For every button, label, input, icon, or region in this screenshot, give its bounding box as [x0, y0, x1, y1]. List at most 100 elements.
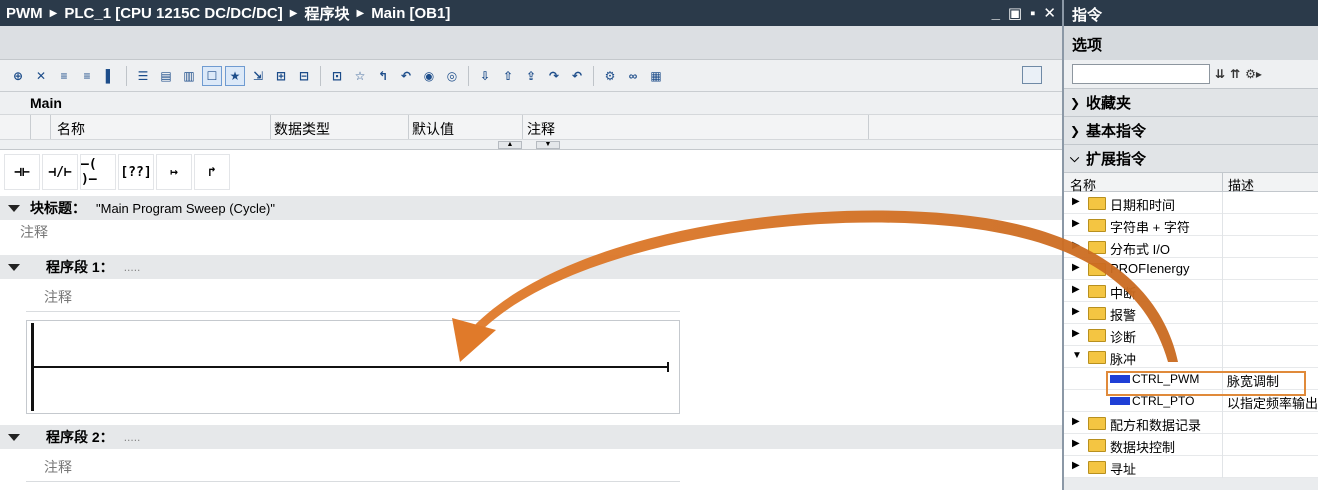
download-icon[interactable]: ⇩ [475, 66, 495, 86]
chevron-down-icon[interactable]: ▼ [1072, 350, 1082, 361]
monitor-off-icon[interactable]: ◎ [442, 66, 462, 86]
tree-folder-row[interactable]: ▶ PROFIenergy [1064, 258, 1318, 280]
breadcrumb-block[interactable]: Main [OB1] [371, 5, 450, 22]
tree-folder-row[interactable]: ▶ 报警 [1064, 302, 1318, 324]
network-view-icon[interactable]: ⊡ [327, 66, 347, 86]
collapse-icon[interactable] [8, 204, 20, 212]
tree-folder-row[interactable]: ▶ 数据块控制 [1064, 434, 1318, 456]
column-separator [1222, 214, 1223, 236]
maximize-icon[interactable]: ▪ [1030, 5, 1035, 22]
insert-row-icon[interactable]: ≡ [54, 66, 74, 86]
collapse-icon[interactable] [8, 263, 20, 271]
folder-icon [1088, 197, 1106, 210]
network-2-header[interactable]: 程序段 2： ..... [0, 425, 1062, 449]
open-branch-icon[interactable]: ↦ [156, 154, 192, 190]
jump-a-icon[interactable]: ↷ [544, 66, 564, 86]
monitor-on-icon[interactable]: ◉ [419, 66, 439, 86]
instruction-block-icon [1110, 397, 1130, 405]
nc-contact-icon[interactable]: ⊣/⊢ [42, 154, 78, 190]
upload-a-icon[interactable]: ⇧ [498, 66, 518, 86]
empty-rung[interactable] [34, 366, 668, 368]
chevron-right-icon[interactable]: ▶ [1072, 218, 1080, 229]
minimize-icon[interactable]: _ [992, 5, 1000, 22]
breadcrumb-project[interactable]: PWM [6, 5, 43, 22]
chevron-right-icon[interactable]: ▶ [1072, 460, 1080, 471]
chevron-right-icon[interactable]: ▶ [1072, 262, 1080, 273]
jump-b-icon[interactable]: ↶ [567, 66, 587, 86]
settings-icon[interactable]: ⚙ [600, 66, 620, 86]
folder-icon [1088, 219, 1106, 232]
tree-folder-row[interactable]: ▼ 脉冲 [1064, 346, 1318, 368]
tree-folder-row[interactable]: ▶ 中断 [1064, 280, 1318, 302]
category-favorites[interactable]: ❯ 收藏夹 [1064, 88, 1318, 116]
chevron-right-icon[interactable]: ▶ [1072, 240, 1080, 251]
add-network-icon[interactable]: ⊕ [8, 66, 28, 86]
show-tags-icon[interactable]: ⊞ [271, 66, 291, 86]
chevron-right-icon[interactable]: ▶ [1072, 306, 1080, 317]
upload-b-icon[interactable]: ⇪ [521, 66, 541, 86]
block-title-value[interactable]: "Main Program Sweep (Cycle)" [96, 201, 275, 216]
expand-down-icon[interactable]: ▼ [536, 141, 560, 149]
breadcrumb-program-blocks[interactable]: 程序块 [304, 3, 349, 24]
insert-box-icon[interactable]: ☆ [350, 66, 370, 86]
network-1-header[interactable]: 程序段 1： ..... [0, 255, 1062, 279]
restore-icon[interactable]: ▣ [1008, 4, 1022, 22]
tree-folder-row[interactable]: ▶ 诊断 [1064, 324, 1318, 346]
add-row-icon[interactable]: ≡ [77, 66, 97, 86]
tree-folder-row[interactable]: ▶ 分布式 I/O [1064, 236, 1318, 258]
close-all-icon[interactable]: ▥ [179, 66, 199, 86]
chevron-right-icon[interactable]: ▶ [1072, 416, 1080, 427]
tree-folder-row[interactable]: ▶ 字符串 + 字符 [1064, 214, 1318, 236]
absolute-operand-icon[interactable]: ⇲ [248, 66, 268, 86]
open-all-icon[interactable]: ▤ [156, 66, 176, 86]
view-options-icon[interactable]: ⚙▸ [1245, 67, 1262, 81]
search-down-icon[interactable]: ⇊ [1215, 67, 1225, 81]
collapse-icon[interactable] [8, 433, 20, 441]
expand-up-icon[interactable]: ▲ [498, 141, 522, 149]
options-header[interactable]: 选项 [1064, 26, 1318, 60]
show-comments-icon[interactable]: ☐ [202, 65, 222, 86]
category-extended-instructions[interactable]: ⌵ 扩展指令 [1064, 144, 1318, 172]
close-icon[interactable]: ✕ [1043, 4, 1056, 22]
column-comment[interactable]: 注释 [527, 119, 555, 139]
folder-icon [1088, 241, 1106, 254]
block-title-header[interactable]: 块标题： "Main Program Sweep (Cycle)" [0, 196, 1062, 220]
favorites-icon[interactable]: ★ [225, 65, 245, 86]
tree-folder-row[interactable]: ▶ 日期和时间 [1064, 192, 1318, 214]
delete-network-icon[interactable]: ✕ [31, 66, 51, 86]
column-default-value[interactable]: 默认值 [412, 119, 454, 139]
tree-folder-row[interactable]: ▶ 配方和数据记录 [1064, 412, 1318, 434]
search-up-icon[interactable]: ⇈ [1230, 67, 1240, 81]
go-prev-icon[interactable]: ↶ [396, 66, 416, 86]
network-2-comment[interactable]: 注释 [44, 457, 72, 477]
column-separator [868, 115, 869, 139]
glasses-icon[interactable]: ∞ [623, 66, 643, 86]
breadcrumb-device[interactable]: PLC_1 [CPU 1215C DC/DC/DC] [64, 5, 282, 22]
go-first-icon[interactable]: ↰ [373, 66, 393, 86]
chevron-right-icon[interactable]: ▶ [1072, 438, 1080, 449]
network-1-ladder-area[interactable] [26, 320, 680, 414]
column-name[interactable]: 名称 [57, 119, 85, 139]
ladder-instruction-bar: ⊣⊢ ⊣/⊢ –( )– [??] ↦ ↱ [0, 152, 1062, 192]
category-basic-instructions[interactable]: ❯ 基本指令 [1064, 116, 1318, 144]
network-1-title[interactable]: ..... [124, 260, 141, 274]
chevron-right-icon[interactable]: ▶ [1072, 284, 1080, 295]
network-2-title[interactable]: ..... [124, 430, 141, 444]
no-contact-icon[interactable]: ⊣⊢ [4, 154, 40, 190]
folder-icon [1088, 285, 1106, 298]
chevron-right-icon[interactable]: ▶ [1072, 196, 1080, 207]
coil-icon[interactable]: –( )– [80, 154, 116, 190]
chevron-right-icon[interactable]: ▶ [1072, 328, 1080, 339]
interface-toggle-icon[interactable] [1022, 66, 1042, 84]
compare-icon[interactable]: ☰ [133, 66, 153, 86]
tree-folder-row[interactable]: ▶ 寻址 [1064, 456, 1318, 478]
column-data-type[interactable]: 数据类型 [274, 119, 330, 139]
close-branch-icon[interactable]: ↱ [194, 154, 230, 190]
block-comment[interactable]: 注释 [20, 222, 48, 242]
empty-box-icon[interactable]: [??] [118, 154, 154, 190]
instruction-search-input[interactable] [1072, 64, 1210, 84]
set-clear-icon[interactable]: ▌ [100, 66, 120, 86]
hide-tags-icon[interactable]: ⊟ [294, 66, 314, 86]
database-icon[interactable]: ▦ [646, 66, 666, 86]
network-1-comment[interactable]: 注释 [44, 287, 72, 307]
